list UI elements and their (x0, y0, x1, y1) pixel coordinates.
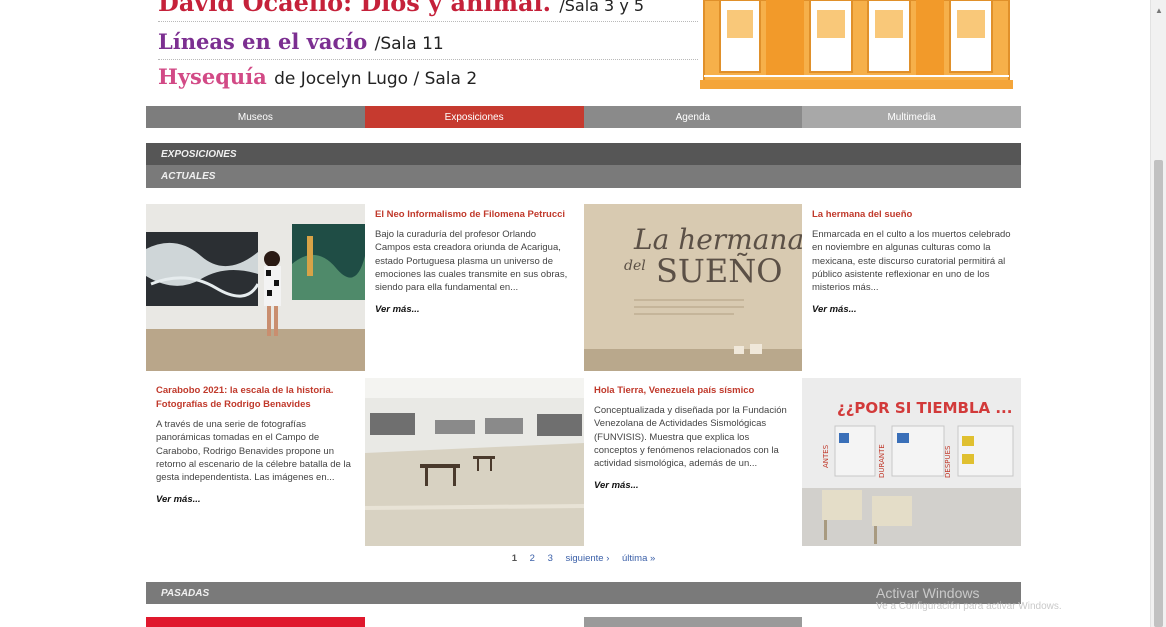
exhibition-3-title[interactable]: Carabobo 2021: la escala de la historia.… (156, 384, 355, 412)
banner-line-3-sub: de Jocelyn Lugo / Sala 2 (274, 69, 478, 89)
nav-agenda[interactable]: Agenda (583, 106, 803, 128)
windows-activation-title: Activar Windows (876, 585, 980, 601)
banner-line-2[interactable]: Líneas en el vacío /Sala 11 (158, 29, 444, 54)
artist-photo (146, 204, 365, 371)
exhibition-4-card: Hola Tierra, Venezuela país sísmico Conc… (584, 384, 802, 491)
image-text-por-si-tiembla: ¿¿POR SI TIEMBLA ... (837, 399, 1012, 417)
pager-page-3[interactable]: 3 (548, 553, 553, 564)
scrollbar-thumb[interactable] (1154, 160, 1163, 627)
exhibition-3-description: A través de una serie de fotografías pan… (156, 419, 351, 484)
exhibition-1-card: El Neo Informalismo de Filomena Petrucci… (365, 208, 584, 315)
section-header-actuales: ACTUALES (146, 165, 1021, 188)
gallery-room-photo (365, 378, 584, 546)
banner-line-2-sub: /Sala 11 (374, 34, 444, 54)
nav-multimedia[interactable]: Multimedia (802, 106, 1021, 128)
divider (158, 59, 698, 60)
banner-line-1[interactable]: David Ocaello: Dios y animal. /Sala 3 y … (158, 0, 644, 17)
windows-activation-subtitle: Ve a Configuración para activar Windows. (876, 601, 1062, 612)
exhibition-2-card: La hermana del sueño Enmarcada en el cul… (802, 208, 1021, 315)
exhibition-3-more-link[interactable]: Ver más... (156, 494, 355, 505)
nav-museos[interactable]: Museos (146, 106, 365, 128)
vertical-scrollbar[interactable]: ▲ (1150, 0, 1166, 627)
past-exhibition-thumbnail[interactable] (584, 617, 802, 627)
exhibition-wall-photo: La hermana del SUEÑO (584, 204, 802, 371)
exhibition-2-description: Enmarcada en el culto a los muertos cele… (812, 229, 1011, 294)
banner-line-1-sub: /Sala 3 y 5 (559, 0, 645, 15)
main-nav: Museos Exposiciones Agenda Multimedia (146, 106, 1021, 128)
exhibition-3-card: Carabobo 2021: la escala de la historia.… (146, 384, 365, 505)
exhibition-1-image[interactable] (146, 204, 365, 371)
scroll-up-arrow-icon[interactable]: ▲ (1155, 6, 1163, 15)
classroom-poster-photo: ¿¿POR SI TIEMBLA ... ANTES DURANTE DESPU… (802, 378, 1021, 546)
museum-building-graphic (700, 0, 1013, 89)
exhibition-1-description: Bajo la curaduría del profesor Orlando C… (375, 229, 568, 294)
section-header-exposiciones: EXPOSICIONES (146, 143, 1021, 165)
exhibition-2-image[interactable]: La hermana del SUEÑO (584, 204, 802, 371)
exhibition-3-image[interactable] (365, 378, 584, 546)
exhibition-2-title[interactable]: La hermana del sueño (812, 208, 1011, 222)
image-label-antes: ANTES (822, 444, 830, 468)
past-exhibition-thumbnail[interactable] (146, 617, 365, 627)
pager-page-2[interactable]: 2 (530, 553, 535, 564)
exhibitions-banner[interactable]: David Ocaello: Dios y animal. /Sala 3 y … (146, 0, 1021, 100)
exhibition-4-description: Conceptualizada y diseñada por la Fundac… (594, 405, 787, 470)
exhibition-4-image[interactable]: ¿¿POR SI TIEMBLA ... ANTES DURANTE DESPU… (802, 378, 1021, 546)
image-text-sueno: SUEÑO (656, 252, 782, 290)
exhibition-2-more-link[interactable]: Ver más... (812, 304, 1011, 315)
pagination: 1 2 3 siguiente › última » (146, 553, 1021, 564)
exhibition-1-title[interactable]: El Neo Informalismo de Filomena Petrucci (375, 208, 574, 222)
pager-current-page: 1 (511, 553, 518, 564)
banner-line-3-title: Hysequía (158, 64, 267, 89)
pager-last[interactable]: última » (622, 553, 655, 564)
exhibition-4-more-link[interactable]: Ver más... (594, 480, 792, 491)
image-label-durante: DURANTE (878, 444, 886, 478)
nav-exposiciones[interactable]: Exposiciones (364, 106, 584, 128)
exhibition-1-more-link[interactable]: Ver más... (375, 304, 574, 315)
exhibition-4-title[interactable]: Hola Tierra, Venezuela país sísmico (594, 384, 792, 398)
banner-line-1-title: David Ocaello: Dios y animal. (158, 0, 551, 17)
pager-next[interactable]: siguiente › (566, 553, 610, 564)
divider (158, 21, 698, 22)
banner-line-2-title: Líneas en el vacío (158, 29, 368, 54)
banner-line-3[interactable]: Hysequía de Jocelyn Lugo / Sala 2 (158, 64, 477, 89)
browser-viewport: David Ocaello: Dios y animal. /Sala 3 y … (0, 0, 1150, 627)
image-text-del: del (624, 258, 646, 274)
museum-page: David Ocaello: Dios y animal. /Sala 3 y … (146, 0, 1021, 627)
